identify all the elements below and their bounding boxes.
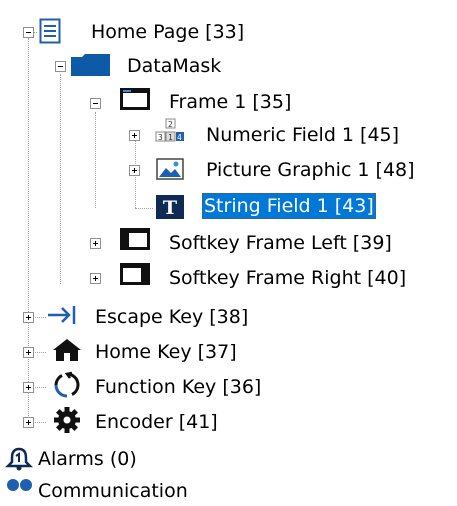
svg-text:T: T xyxy=(163,197,177,219)
tree-item-softkey-frame-left[interactable]: Softkey Frame Left [39] xyxy=(167,228,394,258)
expand-toggle[interactable] xyxy=(90,238,101,249)
tree-item-label: Softkey Frame Right [40] xyxy=(169,267,407,289)
svg-text:4: 4 xyxy=(177,133,182,142)
expand-toggle[interactable] xyxy=(90,98,101,109)
tree-item-label: Home Key [37] xyxy=(95,341,237,363)
tree-item-label: Escape Key [38] xyxy=(95,306,249,328)
expand-toggle[interactable] xyxy=(129,165,140,176)
expand-toggle[interactable] xyxy=(23,417,34,428)
tree-item-label: Home Page [33] xyxy=(91,21,245,43)
svg-text:2: 2 xyxy=(168,120,173,129)
softkey-frame-right-icon xyxy=(119,262,151,286)
tree-item-home-page[interactable]: Home Page [33] xyxy=(89,17,246,47)
gear-icon xyxy=(53,406,81,434)
tree-item-label: DataMask xyxy=(127,55,222,77)
tree-item-softkey-frame-right[interactable]: Softkey Frame Right [40] xyxy=(167,263,408,293)
house-icon xyxy=(51,337,83,363)
tree-item-picture-graphic-1[interactable]: Picture Graphic 1 [48] xyxy=(204,155,417,185)
tree-item-alarms[interactable]: Alarms (0) xyxy=(36,444,139,474)
tree-item-string-field-1[interactable]: String Field 1 [43] xyxy=(202,191,376,221)
page-icon xyxy=(39,18,61,44)
expand-toggle[interactable] xyxy=(55,61,66,72)
svg-text:3: 3 xyxy=(158,133,163,142)
refresh-icon xyxy=(52,370,82,400)
communication-icon xyxy=(6,477,34,497)
tree-item-numeric-field-1[interactable]: Numeric Field 1 [45] xyxy=(204,120,401,150)
tree-item-label: Alarms (0) xyxy=(38,448,137,470)
tree-item-label: Function Key [36] xyxy=(95,376,262,398)
tree-line xyxy=(28,38,29,428)
tree-item-escape-key[interactable]: Escape Key [38] xyxy=(93,302,250,332)
arrow-right-icon xyxy=(46,303,82,327)
tree-item-label: String Field 1 [43] xyxy=(202,193,376,219)
tree-line xyxy=(95,112,96,208)
tree-item-label: Encoder [41] xyxy=(95,411,218,433)
tree-line xyxy=(135,208,153,209)
expand-toggle[interactable] xyxy=(23,27,34,38)
tree-item-function-key[interactable]: Function Key [36] xyxy=(93,372,263,402)
expand-toggle[interactable] xyxy=(23,382,34,393)
tree-item-communication[interactable]: Communication xyxy=(36,476,190,506)
folder-icon xyxy=(70,53,112,77)
tree-item-label: Numeric Field 1 [45] xyxy=(206,124,400,146)
svg-text:1: 1 xyxy=(168,133,173,142)
tree-item-encoder[interactable]: Encoder [41] xyxy=(93,407,220,437)
picture-icon xyxy=(156,158,184,180)
expand-toggle[interactable] xyxy=(23,347,34,358)
frame-icon xyxy=(119,87,151,111)
tree-item-home-key[interactable]: Home Key [37] xyxy=(93,337,239,367)
softkey-frame-left-icon xyxy=(119,227,151,251)
tree-item-label: Picture Graphic 1 [48] xyxy=(206,159,415,181)
tree-item-label: Softkey Frame Left [39] xyxy=(169,232,392,254)
text-t-icon: T xyxy=(155,194,185,220)
tree-item-frame-1[interactable]: Frame 1 [35] xyxy=(167,87,293,117)
tree-item-label: Communication xyxy=(38,480,188,502)
expand-toggle[interactable] xyxy=(23,312,34,323)
tree-item-label: Frame 1 [35] xyxy=(169,91,292,113)
expand-toggle[interactable] xyxy=(90,273,101,284)
tree-item-datamask[interactable]: DataMask xyxy=(125,51,223,81)
object-tree: Home Page [33] DataMask Frame 1 [35] 2 3… xyxy=(0,0,457,502)
tree-line xyxy=(60,74,61,284)
numeric-field-icon: 2 3 1 4 xyxy=(154,118,184,146)
expand-toggle[interactable] xyxy=(129,130,140,141)
bell-icon xyxy=(5,446,33,472)
